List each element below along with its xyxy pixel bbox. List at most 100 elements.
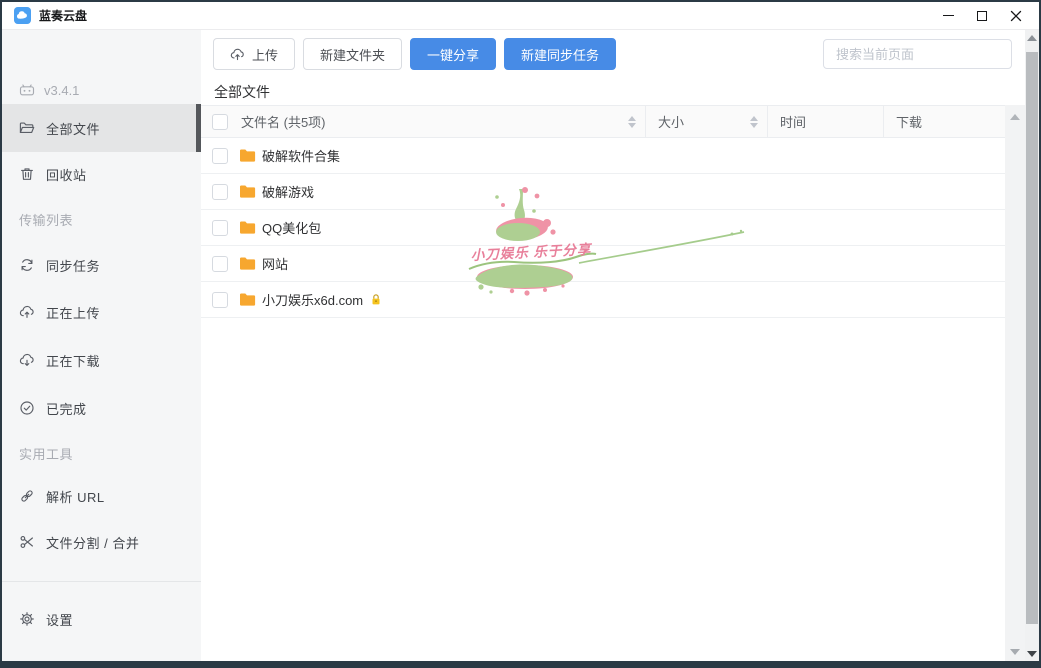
sidebar-item-split-merge[interactable]: 文件分割 / 合并 (2, 518, 201, 566)
table-header-row: 文件名 (共5项) 大小 时间 下载 (201, 105, 1005, 138)
scroll-down-icon[interactable] (1027, 651, 1037, 657)
header-cell-name[interactable]: 文件名 (共5项) (201, 112, 645, 131)
file-name: QQ美化包 (262, 218, 321, 237)
list-scrollbar[interactable] (1005, 105, 1025, 661)
sidebar-item-label: 全部文件 (46, 119, 100, 138)
gear-icon (19, 611, 35, 627)
cell-download (883, 174, 1005, 209)
file-table: 文件名 (共5项) 大小 时间 下载 破解软 (201, 105, 1005, 318)
app-version-icon (19, 82, 35, 98)
scroll-up-icon[interactable] (1027, 35, 1037, 41)
table-row[interactable]: 网站 (201, 246, 1005, 282)
share-button-label: 一键分享 (427, 45, 479, 64)
sort-carets-size[interactable] (750, 116, 758, 128)
cloud-upload-icon (19, 304, 35, 320)
trash-icon (19, 166, 35, 182)
lock-icon (369, 292, 383, 307)
row-checkbox[interactable] (212, 220, 228, 236)
titlebar: 蓝奏云盘 (2, 2, 1039, 30)
app-logo-icon (14, 7, 31, 24)
cell-download (883, 246, 1005, 281)
search-input[interactable] (823, 39, 1012, 69)
cell-time (767, 174, 883, 209)
sidebar-item-uploading[interactable]: 正在上传 (2, 288, 201, 336)
app-title: 蓝奏云盘 (39, 7, 87, 24)
sidebar-settings-group: 设置 (2, 581, 201, 643)
cell-download (883, 210, 1005, 245)
minimize-icon (943, 15, 954, 16)
cell-time (767, 246, 883, 281)
close-button[interactable] (999, 2, 1033, 29)
new-folder-button-label: 新建文件夹 (320, 45, 385, 64)
folder-icon (239, 148, 256, 163)
sidebar-item-label: 文件分割 / 合并 (46, 533, 139, 552)
window-frame: 蓝奏云盘 v3.4.1 全部文件 (2, 2, 1039, 661)
new-sync-task-button[interactable]: 新建同步任务 (504, 38, 616, 70)
table-row[interactable]: 破解软件合集 (201, 138, 1005, 174)
column-label-download: 下载 (896, 112, 922, 131)
sidebar-section-tools: 实用工具 (2, 432, 201, 474)
sidebar-item-sync-tasks[interactable]: 同步任务 (2, 242, 201, 288)
sort-carets-name[interactable] (628, 116, 636, 128)
column-label-time: 时间 (780, 112, 806, 131)
file-name: 破解软件合集 (262, 146, 340, 165)
new-folder-button[interactable]: 新建文件夹 (303, 38, 402, 70)
header-cell-download: 下载 (883, 106, 1005, 137)
sidebar-item-parse-url[interactable]: 解析 URL (2, 474, 201, 518)
sidebar-item-label: 解析 URL (46, 487, 105, 506)
maximize-icon (977, 11, 987, 21)
window-scrollbar[interactable] (1025, 30, 1039, 661)
column-label-size: 大小 (658, 112, 684, 131)
sort-asc-icon (628, 116, 636, 121)
row-checkbox[interactable] (212, 184, 228, 200)
scrollbar-thumb[interactable] (1026, 52, 1038, 624)
sidebar-item-label: 设置 (46, 610, 73, 629)
sidebar-item-downloading[interactable]: 正在下载 (2, 336, 201, 384)
sidebar-item-label: 已完成 (46, 399, 87, 418)
sort-desc-icon (628, 123, 636, 128)
folder-icon (239, 220, 256, 235)
file-name: 网站 (262, 254, 288, 273)
toolbar: 上传 新建文件夹 一键分享 新建同步任务 (213, 38, 1012, 70)
cloud-download-icon (19, 352, 35, 368)
row-checkbox[interactable] (212, 292, 228, 308)
table-row[interactable]: 破解游戏 (201, 174, 1005, 210)
row-checkbox[interactable] (212, 148, 228, 164)
cell-download (883, 138, 1005, 173)
main-panel: 上传 新建文件夹 一键分享 新建同步任务 全部文件 文件名 (共5项) (201, 30, 1039, 661)
folder-icon (239, 184, 256, 199)
sidebar-item-settings[interactable]: 设置 (2, 595, 201, 643)
upload-button[interactable]: 上传 (213, 38, 295, 70)
sidebar-item-label: 回收站 (46, 165, 87, 184)
sidebar: v3.4.1 全部文件 回收站 传输列表 同步任务 (2, 30, 201, 661)
sync-icon (19, 257, 35, 273)
sort-desc-icon (750, 123, 758, 128)
sidebar-item-recycle-bin[interactable]: 回收站 (2, 152, 201, 196)
maximize-button[interactable] (965, 2, 999, 29)
folder-open-icon (19, 120, 35, 136)
one-click-share-button[interactable]: 一键分享 (410, 38, 496, 70)
sidebar-item-label: 正在下载 (46, 351, 100, 370)
cell-time (767, 282, 883, 317)
sidebar-item-label: 正在上传 (46, 303, 100, 322)
scroll-up-icon[interactable] (1010, 114, 1020, 120)
upload-cloud-icon (230, 47, 245, 62)
sidebar-item-all-files[interactable]: 全部文件 (2, 104, 201, 152)
version-row: v3.4.1 (2, 76, 201, 104)
sidebar-section-transfer-list: 传输列表 (2, 196, 201, 242)
row-checkbox[interactable] (212, 256, 228, 272)
cell-size (645, 138, 767, 173)
header-cell-time: 时间 (767, 106, 883, 137)
link-icon (19, 488, 35, 504)
sidebar-item-completed[interactable]: 已完成 (2, 384, 201, 432)
column-label-name: 文件名 (共5项) (241, 112, 628, 131)
table-row[interactable]: QQ美化包 (201, 210, 1005, 246)
close-icon (1010, 10, 1022, 22)
header-cell-size[interactable]: 大小 (645, 106, 767, 137)
minimize-button[interactable] (931, 2, 965, 29)
version-label: v3.4.1 (44, 83, 79, 98)
select-all-checkbox[interactable] (212, 114, 228, 130)
upload-button-label: 上传 (252, 45, 278, 64)
table-row[interactable]: 小刀娱乐x6d.com (201, 282, 1005, 318)
scroll-down-icon[interactable] (1010, 649, 1020, 655)
